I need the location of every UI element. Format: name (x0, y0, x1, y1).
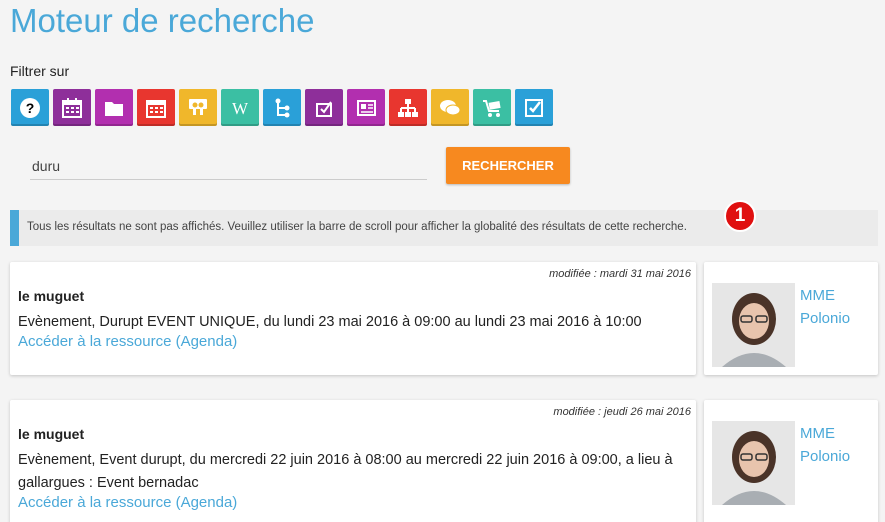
filter-tools-button[interactable] (305, 89, 343, 126)
sitemap-icon (398, 98, 418, 117)
result-link[interactable]: Accéder à la ressource (Agenda) (18, 494, 237, 511)
notice-text: Tous les résultats ne sont pas affichés.… (27, 221, 687, 233)
result-card: modifiée : mardi 31 mai 2016 le muguet E… (10, 262, 696, 375)
filter-sitemap-button[interactable] (389, 89, 427, 126)
result-date: modifiée : jeudi 26 mai 2016 (553, 406, 691, 418)
search-button[interactable]: RECHERCHER (446, 147, 570, 184)
filter-checkbox-button[interactable] (515, 89, 553, 126)
filter-tree-button[interactable] (263, 89, 301, 126)
slideshare-icon (189, 98, 207, 115)
author-title[interactable]: MME (800, 284, 850, 307)
filter-folder-button[interactable] (95, 89, 133, 126)
tree-icon (275, 98, 290, 117)
comments-icon (440, 99, 461, 115)
filter-cart-button[interactable] (473, 89, 511, 126)
filter-agenda-button[interactable] (137, 89, 175, 126)
person-photo (712, 421, 795, 505)
filter-help-button[interactable]: ? (11, 89, 49, 126)
filter-label: Filtrer sur (10, 63, 70, 79)
avatar[interactable] (712, 283, 795, 367)
author-name[interactable]: MME Polonio (800, 422, 850, 468)
author-surname[interactable]: Polonio (800, 445, 850, 468)
author-surname[interactable]: Polonio (800, 307, 850, 330)
annotation-badge: 1 (724, 200, 756, 232)
result-description: Evènement, Durupt EVENT UNIQUE, du lundi… (18, 314, 642, 330)
filter-calendar-button[interactable] (53, 89, 91, 126)
result-title: le muguet (18, 426, 85, 442)
filter-wikipedia-button[interactable]: W (221, 89, 259, 126)
filter-toolbar: ? W (11, 89, 553, 126)
result-date: modifiée : mardi 31 mai 2016 (549, 268, 691, 280)
result-link[interactable]: Accéder à la ressource (Agenda) (18, 333, 237, 350)
svg-text:W: W (232, 99, 249, 118)
folder-icon (105, 101, 123, 116)
checkbox-icon (525, 98, 543, 117)
calendar-icon (62, 97, 82, 118)
filter-slideshare-button[interactable] (179, 89, 217, 126)
agenda-icon (146, 99, 166, 118)
result-title: le muguet (18, 288, 85, 304)
author-card: MME Polonio (704, 262, 878, 375)
author-title[interactable]: MME (800, 422, 850, 445)
filter-newspaper-button[interactable] (347, 89, 385, 126)
author-name[interactable]: MME Polonio (800, 284, 850, 330)
page-title: Moteur de recherche (10, 2, 315, 39)
person-photo (712, 283, 795, 367)
author-card: MME Polonio (704, 400, 878, 522)
cart-icon (483, 99, 501, 117)
filter-comments-button[interactable] (431, 89, 469, 126)
tools-icon (316, 100, 332, 117)
wikipedia-icon: W (232, 99, 249, 118)
search-input[interactable] (30, 152, 427, 180)
result-card: modifiée : jeudi 26 mai 2016 le muguet E… (10, 400, 696, 522)
svg-text:?: ? (26, 100, 35, 116)
avatar[interactable] (712, 421, 795, 505)
help-icon: ? (20, 97, 40, 118)
result-description: Evènement, Event durupt, du mercredi 22 … (18, 452, 673, 491)
newspaper-icon (357, 99, 376, 116)
